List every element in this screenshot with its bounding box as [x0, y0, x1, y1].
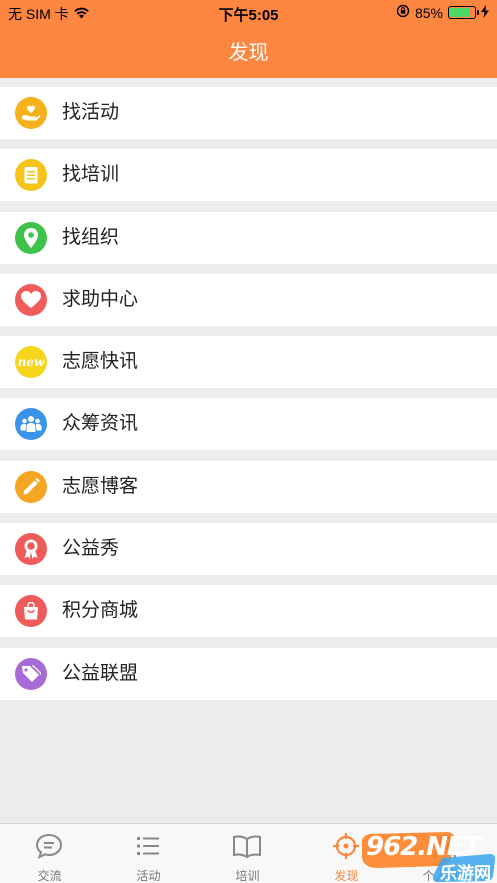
new-badge-icon: new	[15, 346, 47, 378]
menu-item-label: 求助中心	[62, 289, 139, 310]
people-group-icon	[15, 408, 47, 440]
menu-item-label: 积分商城	[62, 600, 139, 621]
pencil-icon	[15, 471, 47, 503]
notepad-icon	[15, 159, 47, 191]
menu-item-label: 众筹资讯	[62, 413, 139, 434]
watermark-logo: 962.NET 乐游网	[358, 828, 497, 883]
tags-icon	[15, 658, 47, 690]
map-pin-icon	[15, 222, 47, 254]
chat-bubble-icon	[34, 832, 64, 860]
menu-item-crowdfunding-news[interactable]: 众筹资讯	[0, 398, 497, 450]
menu-item-label: 志愿快讯	[62, 351, 139, 372]
menu-item-label: 找组织	[62, 227, 120, 248]
menu-item-charity-alliance[interactable]: 公益联盟	[0, 648, 497, 700]
menu-item-label: 公益秀	[62, 538, 120, 559]
tab-activities[interactable]: 活动	[99, 824, 198, 883]
shopping-bag-icon	[15, 595, 47, 627]
battery-percent: 85%	[414, 4, 443, 21]
heart-icon	[15, 284, 47, 316]
watermark-text-bottom: 乐游网	[440, 864, 491, 883]
hand-heart-icon	[15, 97, 47, 129]
status-bar: 无 SIM 卡 下午5:05 85%	[0, 0, 497, 24]
battery-icon	[448, 6, 479, 19]
tab-training[interactable]: 培训	[198, 824, 297, 883]
new-badge-text: new	[17, 355, 45, 369]
menu-item-volunteer-blog[interactable]: 志愿博客	[0, 461, 497, 513]
menu-item-points-mall[interactable]: 积分商城	[0, 585, 497, 637]
tab-label: 培训	[235, 869, 260, 883]
battery-cap	[477, 10, 479, 15]
menu-item-help-center[interactable]: 求助中心	[0, 274, 497, 326]
page-title: 发现	[228, 42, 269, 64]
battery-fill	[450, 8, 470, 17]
list-icon	[133, 832, 163, 860]
watermark-text-top: 962.NET	[366, 832, 481, 862]
crosshair-icon	[331, 832, 361, 860]
orientation-lock-icon	[396, 4, 410, 21]
status-right: 85%	[396, 4, 489, 21]
menu-item-charity-show[interactable]: 公益秀	[0, 523, 497, 575]
menu-item-label: 公益联盟	[62, 663, 139, 684]
menu-item-label: 找活动	[62, 102, 120, 123]
menu-item-find-organization[interactable]: 找组织	[0, 212, 497, 264]
charging-icon	[481, 4, 489, 21]
menu-item-volunteer-news[interactable]: new 志愿快讯	[0, 336, 497, 388]
tab-chat[interactable]: 交流	[0, 824, 99, 883]
menu-item-find-training[interactable]: 找培训	[0, 149, 497, 201]
header: 无 SIM 卡 下午5:05 85% 发现	[0, 0, 497, 78]
menu-item-label: 志愿博客	[62, 476, 139, 497]
award-ribbon-icon	[15, 533, 47, 565]
tab-label: 活动	[136, 869, 161, 883]
menu-item-label: 找培训	[62, 164, 120, 185]
discover-screen: 无 SIM 卡 下午5:05 85% 发现 找活动 找培训 找组织 求助中心 n…	[0, 0, 497, 883]
menu-item-find-activity[interactable]: 找活动	[0, 87, 497, 139]
tab-label: 交流	[37, 869, 62, 883]
open-book-icon	[232, 832, 262, 860]
